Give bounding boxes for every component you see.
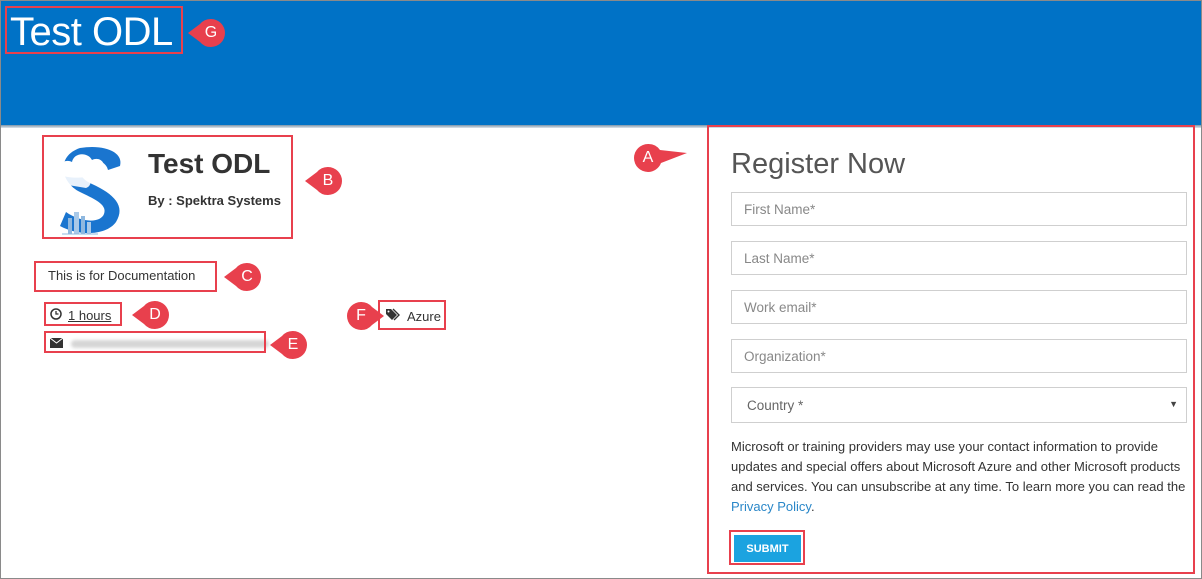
- annotation-box-d: [44, 302, 122, 326]
- annotation-marker-a: A: [633, 143, 687, 173]
- annotation-marker-g: G: [188, 18, 226, 48]
- annotation-marker-c: C: [224, 262, 262, 292]
- annotation-box-c: [34, 261, 217, 292]
- annotation-box-submit: [729, 530, 805, 565]
- annotation-marker-f: F: [346, 301, 384, 331]
- annotation-box-a: [707, 125, 1195, 574]
- annotation-box-e: [44, 331, 266, 353]
- annotation-marker-b: B: [305, 166, 343, 196]
- annotation-marker-e: E: [270, 330, 308, 360]
- annotation-marker-d: D: [132, 300, 170, 330]
- annotation-box-b: [42, 135, 293, 239]
- annotation-box-g: [5, 6, 183, 54]
- annotation-box-f: [378, 300, 446, 330]
